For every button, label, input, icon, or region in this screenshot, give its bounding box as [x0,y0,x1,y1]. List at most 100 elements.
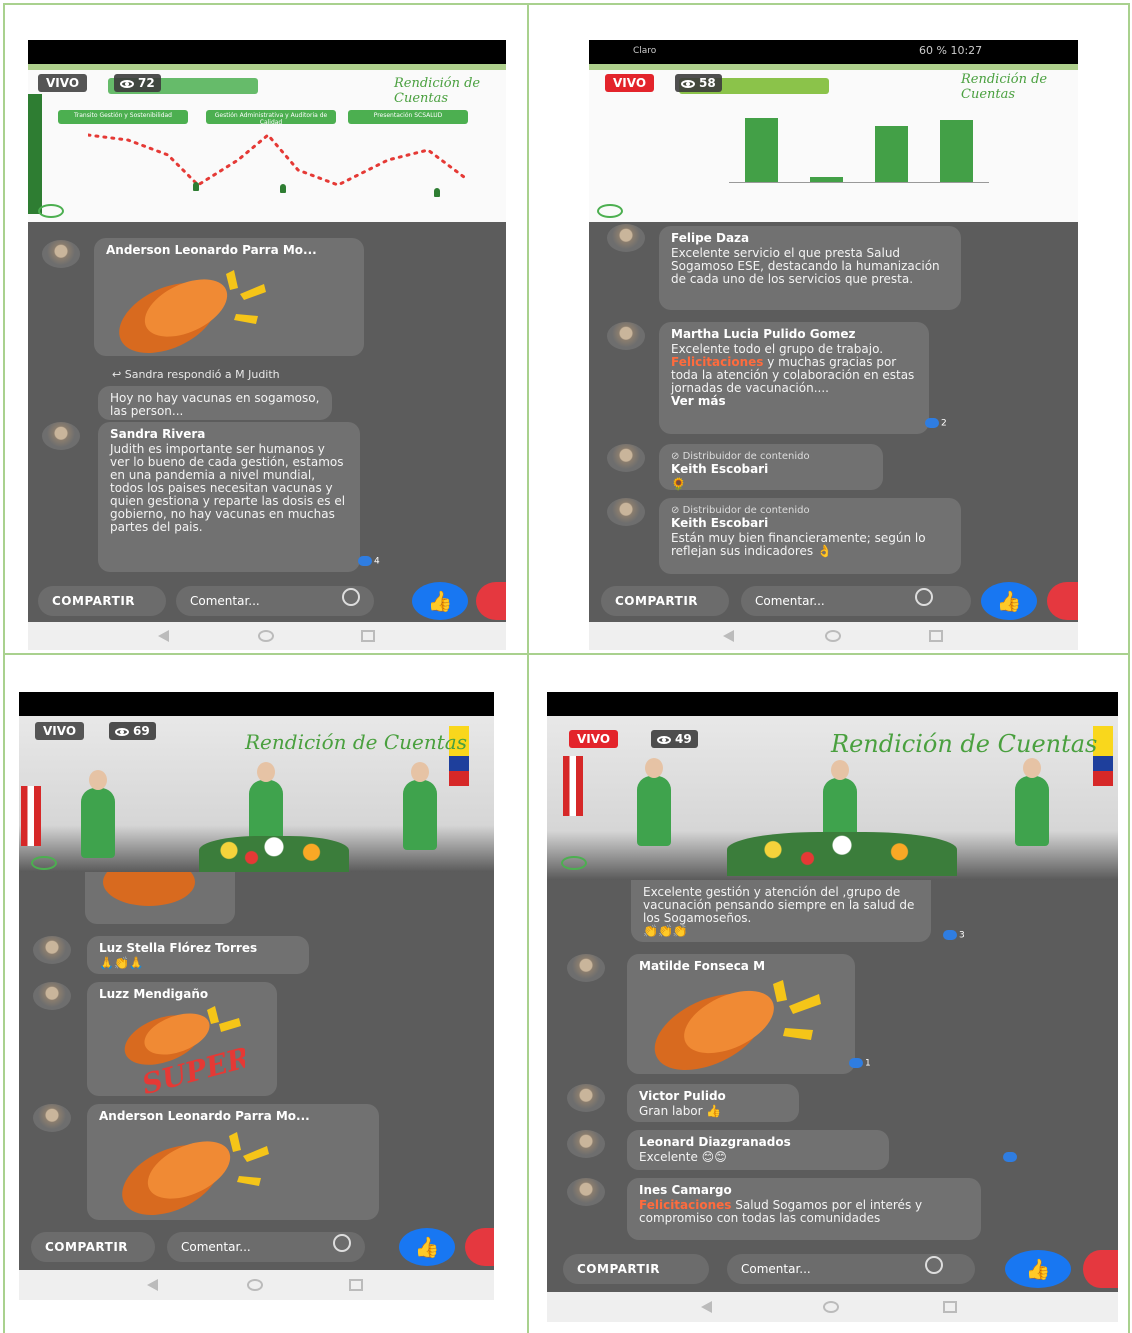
comment-emoji: 👏👏👏 [643,924,688,938]
speaker-head [89,770,107,790]
commenter-name[interactable]: Victor Pulido [639,1090,787,1103]
comment-text: Excelente todo el grupo de trabajo. [671,342,884,356]
avatar[interactable] [607,444,645,472]
avatar[interactable] [567,1084,605,1112]
carrier-label: Claro [633,46,657,56]
reaction-count: 3 [959,930,965,941]
phone-screen-3: Rendición de Cuentas VIVO 69 Luz Stella … [19,692,494,1300]
reaction-badge[interactable]: 4 [358,556,380,567]
clap-sticker [654,980,821,1070]
home-icon[interactable] [823,1301,839,1313]
recents-icon[interactable] [929,630,943,642]
avatar[interactable] [607,498,645,526]
live-badge: VIVO [35,722,85,740]
see-more-link[interactable]: Ver más [671,395,917,408]
speaker [637,758,671,846]
like-button[interactable]: 👍 [412,582,468,620]
recents-icon[interactable] [943,1301,957,1313]
avatar[interactable] [567,1178,605,1206]
comment-text: 🙏👏🙏 [99,956,144,970]
emoji-icon[interactable] [915,588,933,606]
home-icon[interactable] [247,1279,263,1291]
avatar[interactable] [33,982,71,1010]
reaction-badge[interactable] [1003,1152,1019,1163]
live-video[interactable]: Transito Gestión y Sostenibilidad Gestió… [28,64,506,222]
flower-arrangement [727,832,957,876]
comment-input[interactable]: Comentar... [741,586,971,616]
commenter-name[interactable]: Ines Camargo [639,1184,969,1197]
flag [21,786,41,846]
emoji-icon[interactable] [925,1256,943,1274]
share-button[interactable]: COMPARTIR [31,1232,155,1262]
avatar[interactable] [42,240,80,268]
live-video[interactable]: Rendición de Cuentas VIVO 58 [589,64,1078,222]
back-icon[interactable] [158,630,169,642]
grid-divider-vertical [527,3,529,1333]
status-bar [19,692,494,716]
reply-preview[interactable]: Hoy no hay vacunas en sogamoso, las pers… [98,386,332,420]
commenter-name[interactable]: Anderson Leonardo Parra Mo... [99,1110,367,1123]
love-button[interactable] [1047,582,1078,620]
share-button[interactable]: COMPARTIR [563,1254,709,1284]
commenter-name[interactable]: Luzz Mendigaño [99,988,265,1001]
avatar[interactable] [33,1104,71,1132]
like-button[interactable]: 👍 [1005,1250,1071,1288]
avatar[interactable] [607,224,645,252]
commenter-name[interactable]: Leonard Diazgranados [639,1136,877,1149]
live-video[interactable]: Rendición de Cuentas VIVO 49 [547,716,1118,880]
chart-baseline [729,182,989,183]
emoji-icon[interactable] [333,1234,351,1252]
status-bar: Claro 60 % 10:27 [589,40,1078,64]
viewer-number: 49 [675,732,692,746]
commenter-name[interactable]: Sandra Rivera [110,428,348,441]
commenter-name[interactable]: Martha Lucia Pulido Gomez [671,328,917,341]
recents-icon[interactable] [349,1279,363,1291]
comment-text: Están muy bien financieramente; según lo… [671,531,926,558]
commenter-name[interactable]: Anderson Leonardo Parra Mo... [106,244,352,257]
android-navbar [547,1292,1118,1322]
back-icon[interactable] [723,630,734,642]
recents-icon[interactable] [361,630,375,642]
avatar[interactable] [607,322,645,350]
timeline-marker [193,182,199,191]
love-button[interactable] [1083,1250,1118,1288]
love-button[interactable] [476,582,506,620]
comment-bubble: Leonard Diazgranados Excelente 😊😊 [627,1130,889,1170]
reaction-badge[interactable]: 1 [849,1058,871,1069]
avatar[interactable] [567,954,605,982]
salud-logo [561,856,587,870]
love-button[interactable] [465,1228,494,1266]
commenter-name[interactable]: Felipe Daza [671,232,949,245]
brand-title: Rendición de Cuentas [245,730,467,754]
viewer-count: 58 [675,74,722,92]
commenter-name[interactable]: Keith Escobari [671,517,949,530]
back-icon[interactable] [147,1279,158,1291]
comment-bubble: Sandra Rivera Judith es importante ser h… [98,422,360,572]
commenter-name[interactable]: Keith Escobari [671,463,871,476]
avatar[interactable] [33,936,71,964]
share-button[interactable]: COMPARTIR [38,586,166,616]
home-icon[interactable] [825,630,841,642]
comment-bubble: ⊘ Distribuidor de contenido Keith Escoba… [659,498,961,574]
comment-toolbar: COMPARTIR Comentar... 👍 [589,580,1078,624]
commenter-name[interactable]: Luz Stella Flórez Torres [99,942,297,955]
speaker-head [645,758,663,778]
viewer-count: 49 [651,730,698,748]
avatar[interactable] [42,422,80,450]
reply-preview-text: Hoy no hay vacunas en sogamoso, las pers… [110,391,320,418]
home-icon[interactable] [258,630,274,642]
live-video[interactable]: Rendición de Cuentas VIVO 69 [19,716,494,872]
commenter-name[interactable]: Matilde Fonseca M [639,960,843,973]
reaction-badge[interactable]: 3 [943,930,965,941]
emoji-icon[interactable] [342,588,360,606]
comment-bubble: Excelente gestión y atención del ,grupo … [631,880,931,942]
comment-bubble: Martha Lucia Pulido Gomez Excelente todo… [659,322,929,434]
reaction-count: 2 [941,418,947,429]
avatar[interactable] [567,1130,605,1158]
like-button[interactable]: 👍 [981,582,1037,620]
share-button[interactable]: COMPARTIR [601,586,729,616]
slide-tab-2: Gestión Administrativa y Auditoria de Ca… [206,110,336,126]
like-button[interactable]: 👍 [399,1228,455,1266]
reaction-badge[interactable]: 2 [925,418,947,429]
back-icon[interactable] [701,1301,712,1313]
